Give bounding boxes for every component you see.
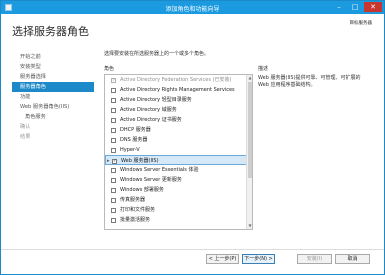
role-checkbox[interactable] <box>111 197 116 203</box>
role-checkbox[interactable] <box>111 117 116 123</box>
role-item[interactable]: Active Directory Rights Management Servi… <box>105 85 252 95</box>
role-item[interactable]: 传真服务器 <box>105 195 252 205</box>
role-label: Windows Server 更新服务 <box>120 177 182 183</box>
role-label: DHCP 服务器 <box>120 127 151 133</box>
role-label: Web 服务器(IIS) <box>121 158 159 164</box>
role-label: 批量激活服务 <box>120 217 151 223</box>
role-item[interactable]: Windows Server Essentials 体验 <box>105 165 252 175</box>
roles-items: ✓ Active Directory Federation Services (已… <box>105 75 252 225</box>
role-description: Web 服务器(IIS)提供可靠、可管理、可扩展的 Web 应用程序基础结构。 <box>258 75 361 88</box>
role-item[interactable]: Hyper-V <box>105 145 252 155</box>
nav-item[interactable]: Web 服务器角色(IIS) <box>12 102 94 112</box>
role-item[interactable]: 打印和文件服务 <box>105 205 252 215</box>
page-title: 选择服务器角色 <box>12 25 89 38</box>
role-checkbox[interactable] <box>111 167 116 173</box>
instruction-text: 选择要安装在所选服务器上的一个或多个角色。 <box>104 51 210 57</box>
roles-list[interactable]: ✓ Active Directory Federation Services (已… <box>104 74 253 230</box>
maximize-icon[interactable]: □ <box>348 2 362 12</box>
nav-item[interactable]: 开始之前 <box>12 52 94 62</box>
role-item[interactable]: Active Directory 证书服务 <box>105 115 252 125</box>
footer-divider <box>1 249 384 250</box>
nav-item[interactable]: 结果 <box>12 132 94 142</box>
role-checkbox[interactable] <box>111 127 116 133</box>
role-label: Active Directory 域服务 <box>120 107 177 113</box>
scroll-down-icon[interactable]: ▼ <box>247 223 252 229</box>
nav-item[interactable]: 角色服务 <box>12 112 94 122</box>
role-label: Windows Server Essentials 体验 <box>120 167 199 173</box>
next-button[interactable]: 下一步(N) > <box>242 254 275 264</box>
install-button[interactable]: 安装(I) <box>297 254 332 264</box>
cancel-button[interactable]: 取消 <box>335 254 370 264</box>
role-checkbox[interactable] <box>111 147 116 153</box>
destination-server: 目标服务器 <box>350 20 373 34</box>
scroll-up-icon[interactable]: ▲ <box>247 75 252 81</box>
role-checkbox[interactable] <box>111 207 116 213</box>
nav-item[interactable]: 服务器角色 <box>12 82 94 92</box>
role-item[interactable]: Active Directory 域服务 <box>105 105 252 115</box>
close-icon[interactable]: ✕ <box>364 2 382 12</box>
role-checkbox[interactable] <box>111 137 116 143</box>
role-item[interactable]: DNS 服务器 <box>105 135 252 145</box>
nav-item[interactable]: 功能 <box>12 92 94 102</box>
role-item[interactable]: Windows 部署服务 <box>105 185 252 195</box>
role-item[interactable]: ✓ Active Directory Federation Services (已… <box>105 75 252 85</box>
role-checkbox[interactable] <box>111 187 116 193</box>
role-checkbox[interactable] <box>111 217 116 223</box>
role-label: Hyper-V <box>120 147 140 153</box>
role-item[interactable]: Windows Server 更新服务 <box>105 175 252 185</box>
role-label: 传真服务器 <box>120 197 146 203</box>
role-label: Active Directory Federation Services (已安… <box>120 77 232 83</box>
role-checkbox[interactable]: ✓ <box>112 158 117 164</box>
scrollbar-thumb[interactable] <box>248 82 252 178</box>
role-label: Windows 部署服务 <box>120 187 164 193</box>
roles-scrollbar[interactable]: ▲ ▼ <box>246 75 252 229</box>
role-item[interactable]: Active Directory 轻型目录服务 <box>105 95 252 105</box>
role-label: Active Directory Rights Management Servi… <box>120 87 235 93</box>
role-label: 打印和文件服务 <box>120 207 156 213</box>
role-label: Active Directory 证书服务 <box>120 117 182 123</box>
role-item[interactable]: ▸ ✓ Web 服务器(IIS) <box>105 155 252 165</box>
wizard-nav: 开始之前 安装类型 服务器选择 服务器角色 功能 Web 服务器角色(IIS) 角色服务 确认… <box>12 52 94 142</box>
title-bar: 添加角色和功能向导 – □ ✕ <box>1 1 384 14</box>
window-title: 添加角色和功能向导 <box>165 6 220 13</box>
role-checkbox[interactable]: ✓ <box>111 77 116 83</box>
role-checkbox[interactable] <box>111 107 116 113</box>
previous-button[interactable]: < 上一步(P) <box>206 254 239 264</box>
role-checkbox[interactable] <box>111 97 116 103</box>
role-label: Active Directory 轻型目录服务 <box>120 97 192 103</box>
wizard-window: 添加角色和功能向导 – □ ✕ 选择服务器角色 目标服务器 开始之前 安装类型 服务… <box>0 0 385 275</box>
role-checkbox[interactable] <box>111 177 116 183</box>
nav-item[interactable]: 服务器选择 <box>12 72 94 82</box>
nav-item[interactable]: 确认 <box>12 122 94 132</box>
description-column-label: 描述 <box>258 66 269 72</box>
role-label: DNS 服务器 <box>120 137 148 143</box>
role-item[interactable]: DHCP 服务器 <box>105 125 252 135</box>
roles-column-label: 角色 <box>104 66 115 72</box>
role-item[interactable]: 批量激活服务 <box>105 215 252 225</box>
destination-label: 目标服务器 <box>349 21 373 26</box>
role-checkbox[interactable] <box>111 87 116 93</box>
nav-item[interactable]: 安装类型 <box>12 62 94 72</box>
minimize-icon[interactable]: – <box>332 2 346 12</box>
